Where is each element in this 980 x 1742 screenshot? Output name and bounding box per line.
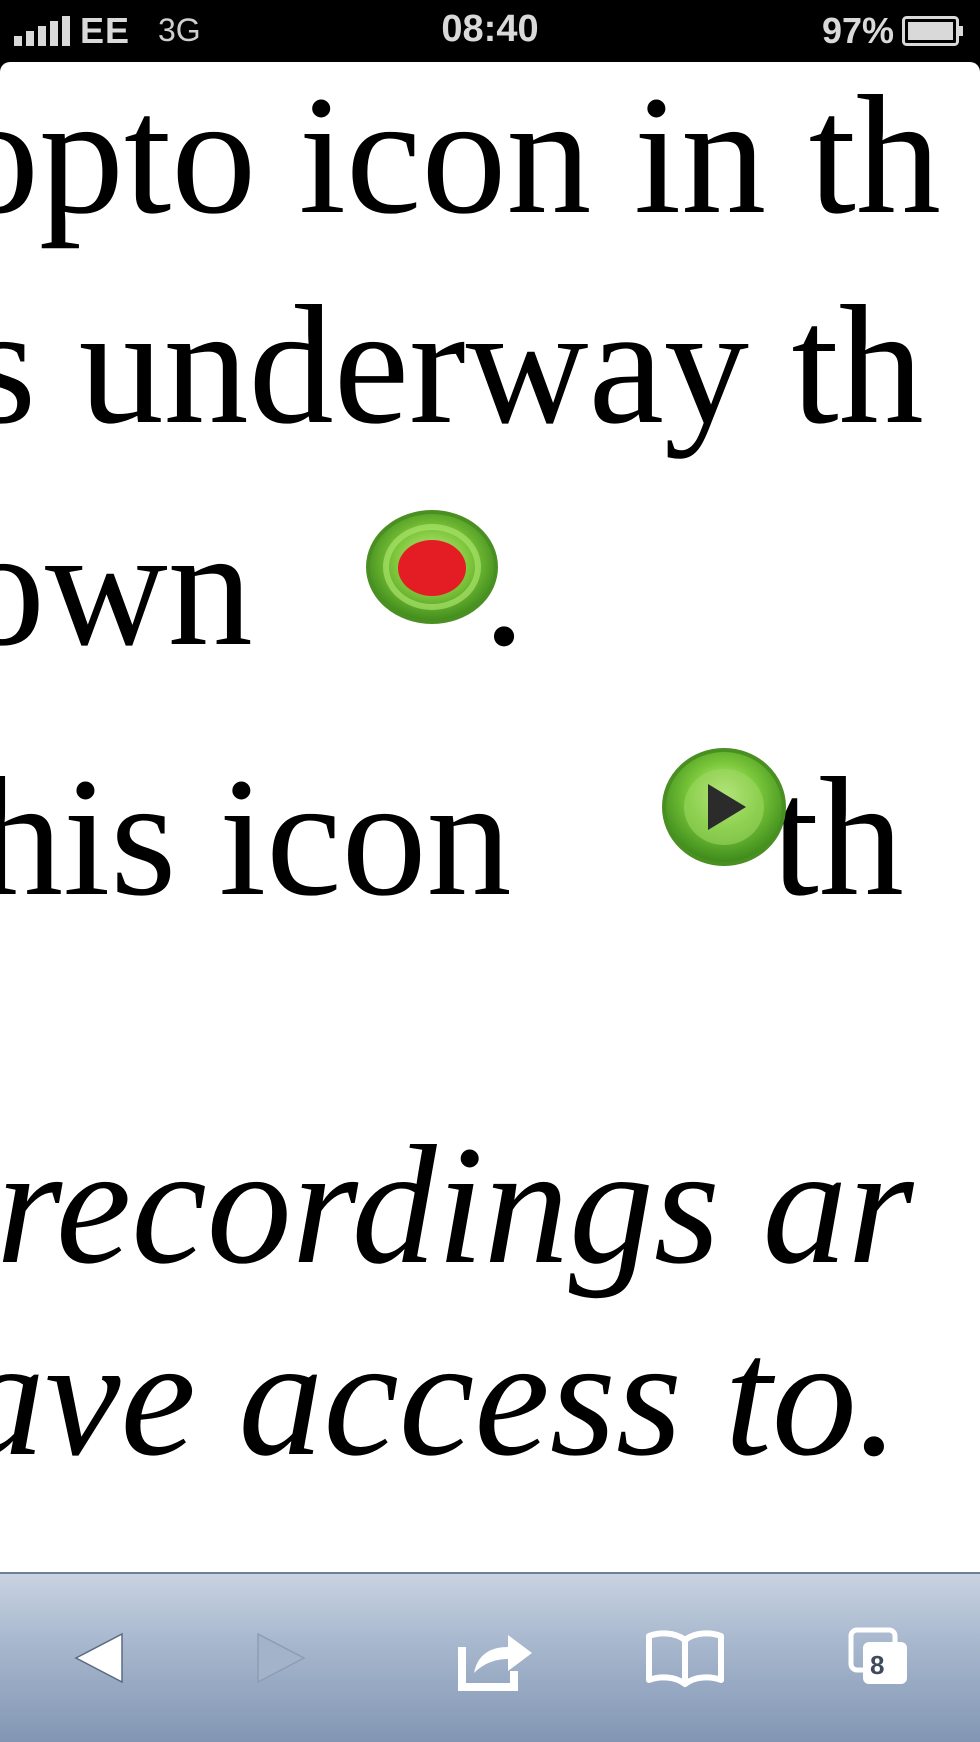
tabs-count: 8 bbox=[870, 1650, 885, 1680]
bookmarks-button[interactable] bbox=[620, 1574, 750, 1742]
share-icon bbox=[458, 1635, 532, 1691]
play-icon bbox=[662, 748, 786, 866]
share-button[interactable] bbox=[436, 1574, 556, 1742]
battery-icon bbox=[902, 16, 963, 46]
article-text: th bbox=[771, 743, 904, 931]
record-icon bbox=[366, 510, 498, 624]
article-text: own bbox=[0, 493, 253, 681]
forward-icon bbox=[257, 1632, 306, 1684]
browser-toolbar: 8 bbox=[0, 1572, 980, 1742]
article-text: his icon bbox=[0, 743, 512, 931]
tabs-button[interactable]: 8 bbox=[820, 1574, 940, 1742]
article-line: ave access to. bbox=[0, 1303, 900, 1491]
back-icon bbox=[74, 1632, 123, 1684]
bookmarks-icon bbox=[646, 1630, 724, 1687]
article-line: s underway th bbox=[0, 271, 924, 459]
forward-button[interactable] bbox=[220, 1574, 340, 1742]
article-line: recordings ar bbox=[0, 1111, 914, 1299]
article-line: opto icon in th bbox=[0, 62, 941, 249]
web-content[interactable]: opto icon in th s underway th own. his i… bbox=[0, 62, 980, 1572]
status-bar: EE 3G 08:40 97% bbox=[0, 0, 980, 62]
back-button[interactable] bbox=[40, 1574, 160, 1742]
battery-percent: 97% bbox=[821, 10, 894, 51]
